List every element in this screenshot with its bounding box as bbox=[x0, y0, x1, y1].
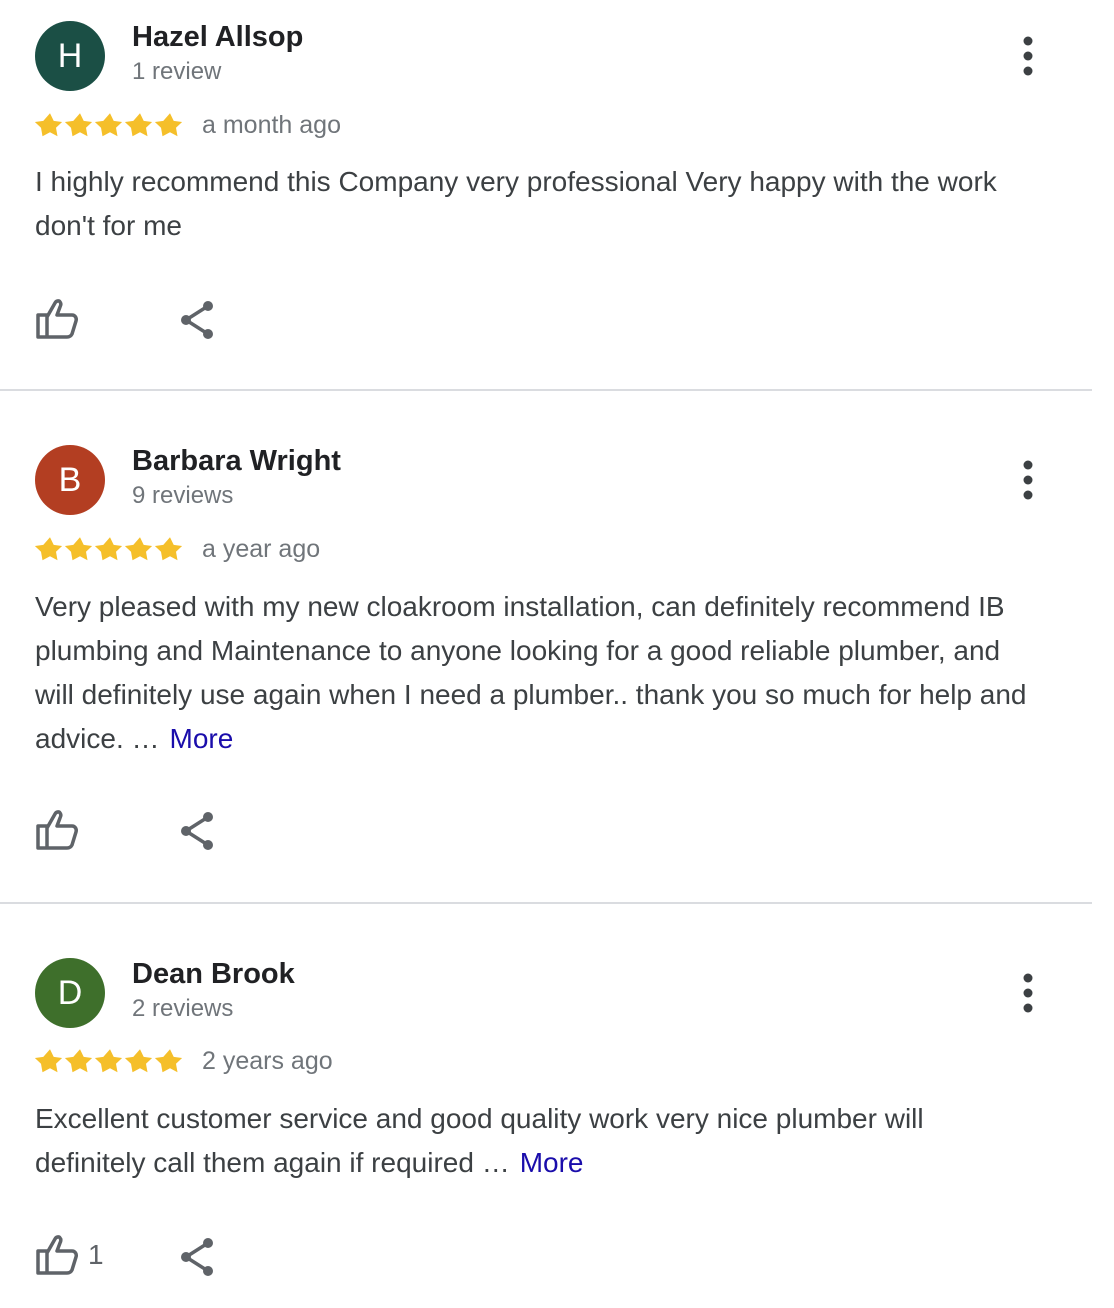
review-text: Very pleased with my new cloakroom insta… bbox=[35, 585, 1035, 761]
share-icon[interactable] bbox=[176, 296, 220, 344]
review-text: Excellent customer service and good qual… bbox=[35, 1097, 1035, 1185]
star-icon bbox=[154, 111, 185, 141]
share-icon[interactable] bbox=[176, 1233, 220, 1281]
more-options-icon[interactable] bbox=[1010, 969, 1046, 1017]
reviewer-name[interactable]: Dean Brook bbox=[132, 958, 295, 991]
star-icon bbox=[34, 535, 65, 565]
divider bbox=[0, 902, 1092, 904]
star-icon bbox=[64, 111, 95, 141]
star-icon bbox=[64, 1047, 95, 1077]
review-text-body: Excellent customer service and good qual… bbox=[35, 1103, 924, 1178]
star-icon bbox=[124, 535, 155, 565]
star-rating bbox=[34, 1047, 185, 1077]
star-icon bbox=[154, 535, 185, 565]
star-rating bbox=[34, 535, 185, 565]
review-count: 9 reviews bbox=[132, 482, 234, 509]
star-icon bbox=[124, 111, 155, 141]
review-count: 2 reviews bbox=[132, 995, 234, 1022]
avatar[interactable]: B bbox=[35, 445, 105, 515]
avatar[interactable]: H bbox=[35, 21, 105, 91]
star-icon bbox=[94, 111, 125, 141]
review-count: 1 review bbox=[132, 58, 222, 85]
review-time: 2 years ago bbox=[202, 1047, 333, 1075]
thumbs-up-icon[interactable] bbox=[34, 808, 82, 852]
more-options-icon[interactable] bbox=[1010, 32, 1046, 80]
star-rating bbox=[34, 111, 185, 141]
star-icon bbox=[34, 111, 65, 141]
star-icon bbox=[94, 1047, 125, 1077]
share-icon[interactable] bbox=[176, 807, 220, 855]
thumbs-up-icon[interactable] bbox=[34, 1233, 82, 1277]
more-link[interactable]: More bbox=[520, 1147, 584, 1178]
star-icon bbox=[94, 535, 125, 565]
like-count: 1 bbox=[88, 1239, 104, 1270]
review-text-body: I highly recommend this Company very pro… bbox=[35, 166, 997, 241]
reviewer-name[interactable]: Hazel Allsop bbox=[132, 21, 303, 54]
review-time: a year ago bbox=[202, 535, 321, 563]
avatar[interactable]: D bbox=[35, 958, 105, 1028]
divider bbox=[0, 389, 1092, 391]
star-icon bbox=[34, 1047, 65, 1077]
more-link[interactable]: More bbox=[170, 723, 234, 754]
review-text: I highly recommend this Company very pro… bbox=[35, 160, 1035, 248]
reviewer-name[interactable]: Barbara Wright bbox=[132, 445, 341, 478]
thumbs-up-icon[interactable] bbox=[34, 297, 82, 341]
star-icon bbox=[64, 535, 95, 565]
review-time: a month ago bbox=[202, 111, 341, 139]
star-icon bbox=[124, 1047, 155, 1077]
more-options-icon[interactable] bbox=[1010, 456, 1046, 504]
star-icon bbox=[154, 1047, 185, 1077]
